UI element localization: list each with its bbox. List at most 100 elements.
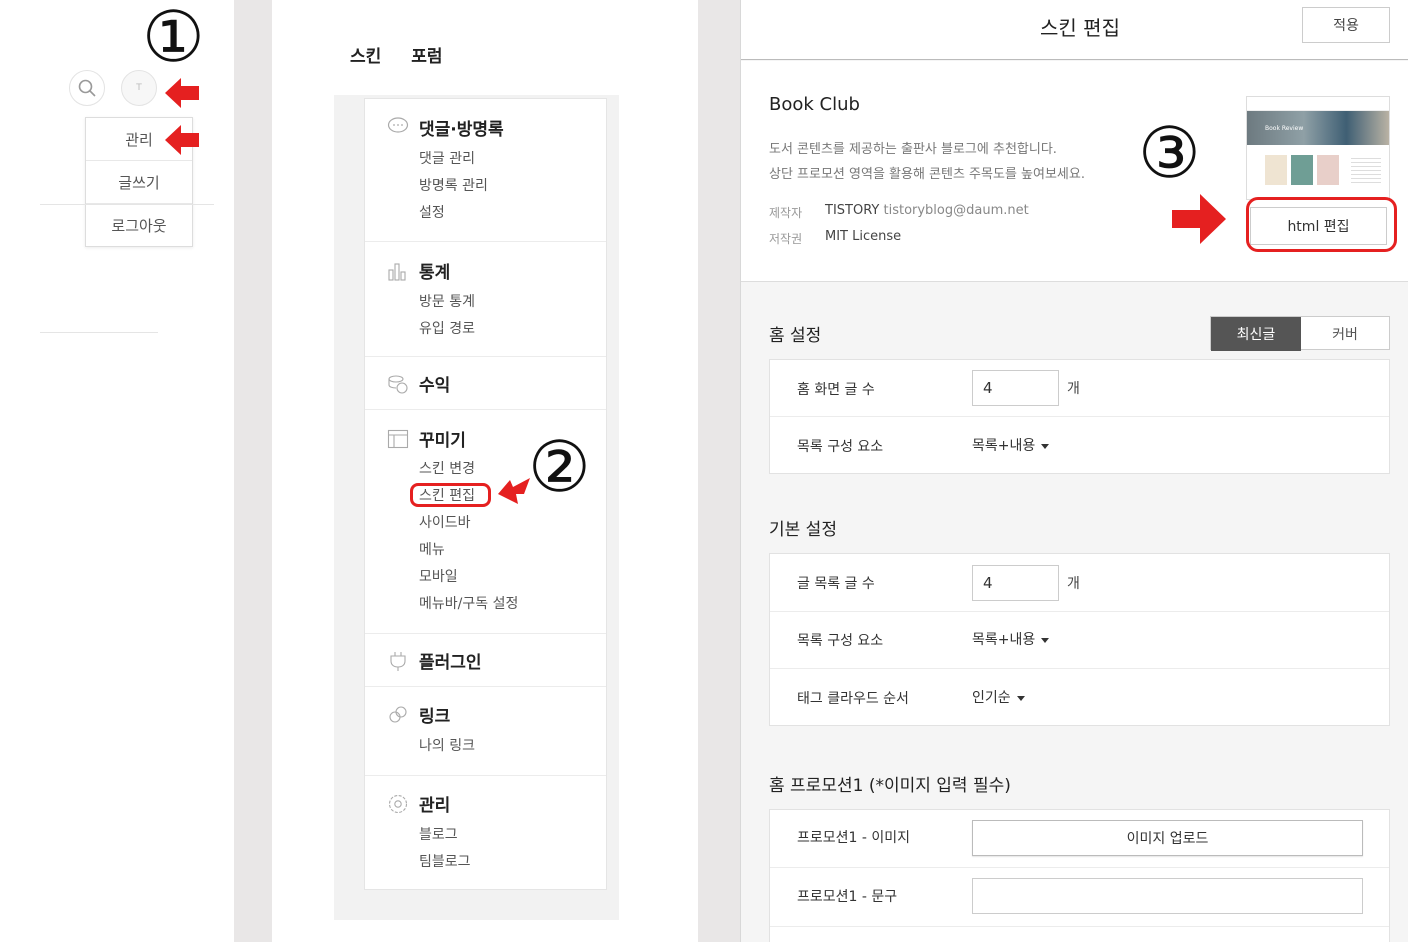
list-post-count-input[interactable]: 4 [972, 565, 1059, 601]
top-nav: 스킨 포럼 [350, 42, 466, 67]
divider-gap [698, 0, 740, 942]
divider-line [40, 204, 214, 205]
home-settings-title: 홈 설정 [769, 326, 822, 346]
apply-button[interactable]: 적용 [1302, 7, 1390, 43]
menu-head-plugin[interactable]: 플러그인 [419, 648, 482, 673]
toggle-cover[interactable]: 커버 [1301, 317, 1389, 351]
row-divider [770, 611, 1389, 612]
maker-email: tistoryblog@daum.net [883, 203, 1029, 218]
menu-head-revenue[interactable]: 수익 [419, 371, 450, 396]
promo-title: 홈 프로모션1 (*이미지 입력 필수) [769, 776, 1011, 796]
menu-skin-change[interactable]: 스킨 변경 [419, 458, 475, 478]
menu-visit-stats[interactable]: 방문 통계 [419, 291, 475, 311]
tag-cloud-order-label: 태그 클라우드 순서 [797, 691, 909, 707]
menu-comment-manage[interactable]: 댓글 관리 [419, 148, 475, 168]
coins-icon [388, 375, 408, 394]
menu-guestbook-manage[interactable]: 방명록 관리 [419, 175, 488, 195]
toggle-latest[interactable]: 최신글 [1211, 317, 1301, 351]
home-list-elements-label: 목록 구성 요소 [797, 439, 884, 455]
maker-name: TISTORY [825, 203, 880, 218]
copyright-label: 저작권 [769, 232, 803, 246]
promo-text-input[interactable] [972, 878, 1363, 914]
menu-sidebar[interactable]: 사이드바 [419, 512, 471, 532]
menu-head-link[interactable]: 링크 [419, 702, 450, 727]
html-edit-highlight [1246, 197, 1397, 252]
menu-head-comments[interactable]: 댓글·방명록 [419, 115, 504, 140]
menu-menubar-subscribe[interactable]: 메뉴바/구독 설정 [419, 593, 518, 613]
chevron-down-icon [1016, 695, 1025, 701]
menu-head-design[interactable]: 꾸미기 [419, 426, 466, 451]
red-arrow-4 [1172, 194, 1226, 244]
skin-thumbnail: Book Review [1246, 96, 1390, 200]
maker-label: 제작자 [769, 206, 803, 220]
avatar-letter: T [136, 83, 142, 93]
red-arrow-2 [165, 125, 199, 155]
skin-desc-1: 도서 콘텐츠를 제공하는 출판사 블로그에 추천합니다. [769, 142, 1057, 157]
page-title: 스킨 편집 [1040, 16, 1120, 40]
layout-icon [387, 429, 409, 449]
menu-section-plugin: 플러그인 [365, 634, 606, 687]
row-divider [770, 867, 1389, 868]
thumb-banner-text: Book Review [1265, 125, 1304, 132]
basic-settings-box: 글 목록 글 수 4 개 목록 구성 요소 목록+내용 태그 클라우드 순서 인… [769, 553, 1390, 726]
menu-head-stats[interactable]: 통계 [419, 258, 450, 283]
step-mark-3: ③ [1138, 112, 1201, 194]
list-elements-label: 목록 구성 요소 [797, 633, 884, 649]
maker-info: TISTORY tistoryblog@daum.net [825, 203, 1029, 218]
chevron-down-icon [1041, 637, 1050, 643]
image-upload-button[interactable]: 이미지 업로드 [972, 820, 1363, 856]
menu-head-manage[interactable]: 관리 [419, 791, 450, 816]
list-elements-select[interactable]: 목록+내용 [972, 629, 1050, 649]
menu-section-stats: 통계 방문 통계 유입 경로 [365, 242, 606, 357]
basic-settings-title: 기본 설정 [769, 520, 837, 540]
menu-section-comments: 댓글·방명록 댓글 관리 방명록 관리 설정 [365, 99, 606, 242]
comment-icon [387, 117, 409, 133]
chevron-down-icon [1041, 443, 1050, 449]
list-elements-value: 목록+내용 [972, 632, 1036, 648]
list-post-count-label: 글 목록 글 수 [797, 576, 875, 592]
promo-text-label: 프로모션1 - 문구 [797, 889, 898, 905]
tab-skin[interactable]: 스킨 [350, 47, 381, 67]
row-divider [770, 416, 1389, 417]
home-post-count-label: 홈 화면 글 수 [797, 382, 875, 398]
home-settings-box: 홈 화면 글 수 4 개 목록 구성 요소 목록+내용 [769, 359, 1390, 474]
promo-image-label: 프로모션1 - 이미지 [797, 830, 911, 846]
tag-cloud-order-select[interactable]: 인기순 [972, 687, 1025, 707]
plug-icon [390, 652, 406, 671]
tab-forum[interactable]: 포럼 [411, 47, 442, 67]
bar-chart-icon [388, 263, 406, 281]
home-post-count-input[interactable]: 4 [972, 370, 1059, 406]
menu-my-link[interactable]: 나의 링크 [419, 735, 475, 755]
menu-section-link: 링크 나의 링크 [365, 687, 606, 776]
skin-name: Book Club [769, 94, 860, 115]
skin-desc-2: 상단 프로모션 영역을 활용해 콘텐츠 주목도를 높여보세요. [769, 167, 1085, 182]
menu-menu[interactable]: 메뉴 [419, 539, 445, 559]
step-mark-1: ① [142, 0, 205, 78]
home-type-toggle: 최신글 커버 [1210, 316, 1390, 351]
red-arrow-1 [165, 78, 199, 108]
home-list-elements-value: 목록+내용 [972, 438, 1036, 454]
gear-icon [388, 794, 408, 814]
menu-referrer[interactable]: 유입 경로 [419, 318, 475, 338]
row-divider [770, 926, 1389, 927]
menu-comment-settings[interactable]: 설정 [419, 202, 445, 222]
home-post-count-unit: 개 [1067, 381, 1080, 397]
list-post-count-unit: 개 [1067, 576, 1080, 592]
link-icon [389, 706, 407, 723]
skin-edit-highlight [410, 483, 491, 507]
menu-mobile[interactable]: 모바일 [419, 566, 458, 586]
step-mark-2: ② [528, 426, 591, 508]
menu-team-blog[interactable]: 팀블로그 [419, 851, 471, 871]
row-divider [770, 668, 1389, 669]
menu-write[interactable]: 글쓰기 [86, 161, 192, 204]
menu-logout[interactable]: 로그아웃 [86, 204, 192, 247]
divider-gap [234, 0, 272, 942]
divider-line [40, 332, 158, 333]
menu-blog[interactable]: 블로그 [419, 824, 458, 844]
menu-section-revenue: 수익 [365, 357, 606, 410]
tag-cloud-order-value: 인기순 [972, 690, 1011, 706]
home-list-elements-select[interactable]: 목록+내용 [972, 435, 1050, 455]
menu-section-manage: 관리 블로그 팀블로그 [365, 776, 606, 889]
license: MIT License [825, 229, 902, 244]
search-icon[interactable] [69, 70, 105, 106]
